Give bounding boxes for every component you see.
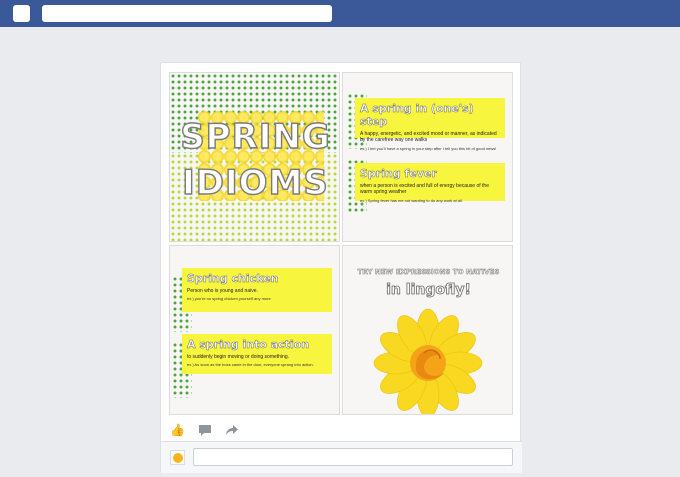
image-tile-cover[interactable]: SPRING IDIOMS — [169, 72, 340, 242]
post-action-bar: 👍 — [161, 419, 522, 441]
promo-brand-line: in lingofly! — [386, 282, 472, 299]
image-tile-idioms-1[interactable]: A spring in (one's) step A happy, energe… — [342, 72, 513, 242]
idiom-example: ex.) you're no spring chicken yourself a… — [187, 296, 271, 302]
share-arrow-icon[interactable] — [225, 423, 239, 437]
idiom-definition: to suddenly begin moving or doing someth… — [187, 354, 290, 360]
logo-icon[interactable] — [13, 5, 30, 22]
cover-title-line-1: SPRING — [179, 116, 331, 157]
idiom-title: Spring fever — [360, 167, 437, 181]
cover-title-line-2: IDIOMS — [181, 162, 329, 203]
thumbs-up-icon[interactable]: 👍 — [170, 423, 185, 437]
idiom-example: ex.) I bet you'll have a spring in your … — [360, 145, 497, 151]
top-navigation-bar — [0, 0, 680, 27]
idiom-card: A spring in (one's) step A happy, energe… — [355, 98, 505, 151]
idiom-card: A spring into action to suddenly begin m… — [182, 334, 332, 374]
sunflower-illustration — [373, 308, 483, 414]
search-input[interactable] — [42, 5, 332, 22]
idiom-example: ex.) As soon as the boss came in the doo… — [187, 362, 314, 368]
avatar[interactable] — [170, 450, 185, 465]
feed-post: SPRING IDIOMS A spring in (one's) step A… — [160, 62, 522, 473]
promo-tagline: TRY NEW EXPRESSIONS TO NATIVES — [357, 268, 500, 277]
idiom-title: A spring in (one's) step — [360, 102, 474, 129]
comment-bubble-icon[interactable] — [198, 423, 212, 437]
idiom-card: Spring chicken Person who is young and n… — [182, 268, 332, 312]
idiom-card: Spring fever when a person is excited an… — [355, 163, 505, 203]
idiom-definition: when a person is excited and full of ene… — [360, 183, 489, 196]
idiom-definition: A happy, energetic, and excited mood or … — [360, 131, 497, 144]
image-tile-promo[interactable]: TRY NEW EXPRESSIONS TO NATIVES in lingof… — [342, 245, 513, 415]
idiom-example: ex.) Spring fever has me not wanting to … — [360, 197, 463, 203]
idiom-title: A spring into action — [187, 338, 310, 352]
comment-composer — [161, 441, 522, 473]
idiom-definition: Person who is young and naive. — [187, 288, 258, 294]
image-tile-idioms-2[interactable]: Spring chicken Person who is young and n… — [169, 245, 340, 415]
comment-input[interactable] — [193, 448, 513, 466]
avatar-logo-icon — [173, 453, 183, 463]
idiom-title: Spring chicken — [187, 272, 279, 286]
